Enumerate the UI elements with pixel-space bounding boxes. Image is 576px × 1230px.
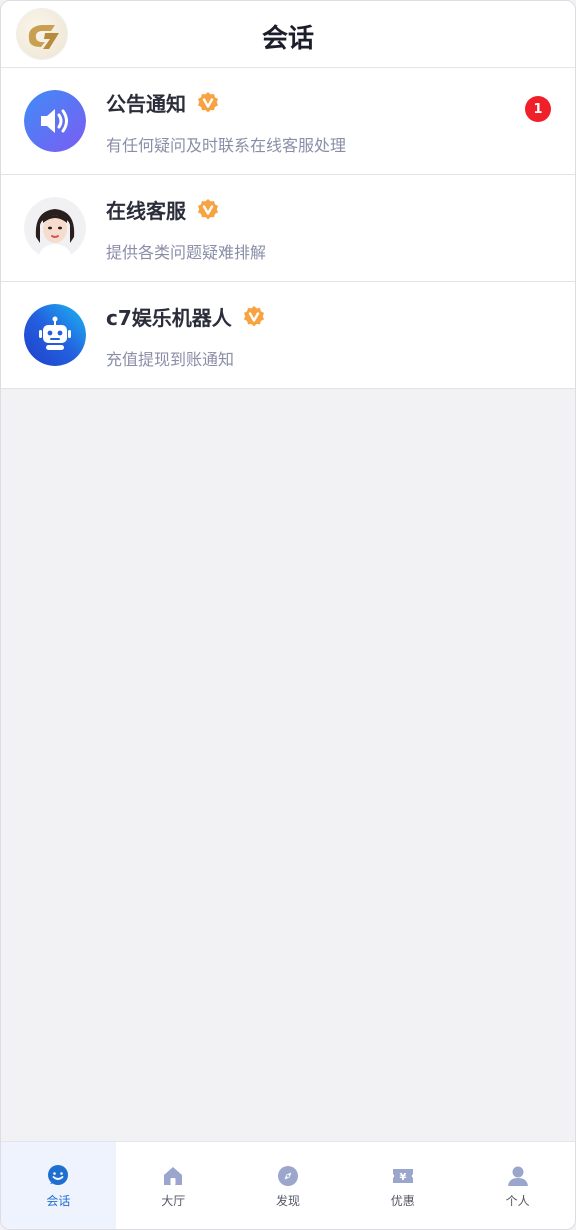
conversation-desc: 有任何疑问及时联系在线客服处理 bbox=[106, 136, 347, 155]
conversation-name: 公告通知 bbox=[106, 88, 220, 117]
conversation-name-text: 在线客服 bbox=[106, 199, 186, 223]
customer-service-avatar bbox=[24, 197, 86, 259]
coupon-icon: ¥ bbox=[392, 1169, 413, 1183]
conversation-list: 公告通知 有任何疑问及时联系在线客服处理 1 在线客服 提供各类问题疑难排解 c… bbox=[1, 68, 575, 389]
speaker-icon bbox=[24, 90, 86, 152]
conversation-desc: 充值提现到账通知 bbox=[106, 350, 235, 369]
verified-badge-icon bbox=[243, 305, 264, 326]
tab-chat[interactable]: 会话 bbox=[1, 1142, 116, 1229]
unread-badge: 1 bbox=[525, 96, 551, 122]
verified-badge-icon bbox=[198, 91, 218, 112]
app-frame: 会话 公告通知 有任何疑问及时联系在线客服处理 1 在线客服 提供各类问题疑难排… bbox=[0, 0, 576, 1230]
tab-lobby[interactable]: 大厅 bbox=[116, 1142, 231, 1229]
header: 会话 bbox=[1, 1, 575, 68]
bottom-tab-bar: 会话 大厅 发现 ¥ 优惠 个人 bbox=[1, 1141, 575, 1229]
conversation-item-robot[interactable]: c7娱乐机器人 充值提现到账通知 bbox=[1, 282, 575, 389]
chat-icon bbox=[48, 1165, 69, 1185]
conversation-name: c7娱乐机器人 bbox=[106, 302, 266, 331]
verified-badge-icon bbox=[198, 198, 218, 219]
tab-label: 个人 bbox=[505, 1194, 530, 1208]
user-icon bbox=[507, 1166, 528, 1186]
conversation-item-customer-service[interactable]: 在线客服 提供各类问题疑难排解 bbox=[1, 175, 575, 282]
conversation-name-text: 公告通知 bbox=[106, 92, 186, 116]
tab-label: 发现 bbox=[275, 1194, 300, 1208]
tab-label: 优惠 bbox=[390, 1194, 415, 1208]
home-icon bbox=[164, 1167, 183, 1185]
conversation-desc: 提供各类问题疑难排解 bbox=[106, 243, 267, 262]
robot-icon bbox=[24, 304, 86, 366]
tab-label: 大厅 bbox=[161, 1194, 186, 1208]
tab-profile[interactable]: 个人 bbox=[460, 1142, 575, 1229]
tab-promotions[interactable]: ¥ 优惠 bbox=[345, 1142, 460, 1229]
conversation-item-announcement[interactable]: 公告通知 有任何疑问及时联系在线客服处理 1 bbox=[1, 68, 575, 175]
tab-label: 会话 bbox=[46, 1194, 71, 1208]
page-title: 会话 bbox=[261, 24, 314, 54]
svg-text:¥: ¥ bbox=[399, 1172, 406, 1183]
conversation-name: 在线客服 bbox=[106, 195, 220, 224]
tab-discover[interactable]: 发现 bbox=[231, 1142, 346, 1229]
conversation-name-text: c7娱乐机器人 bbox=[106, 306, 232, 330]
compass-icon bbox=[277, 1166, 298, 1186]
